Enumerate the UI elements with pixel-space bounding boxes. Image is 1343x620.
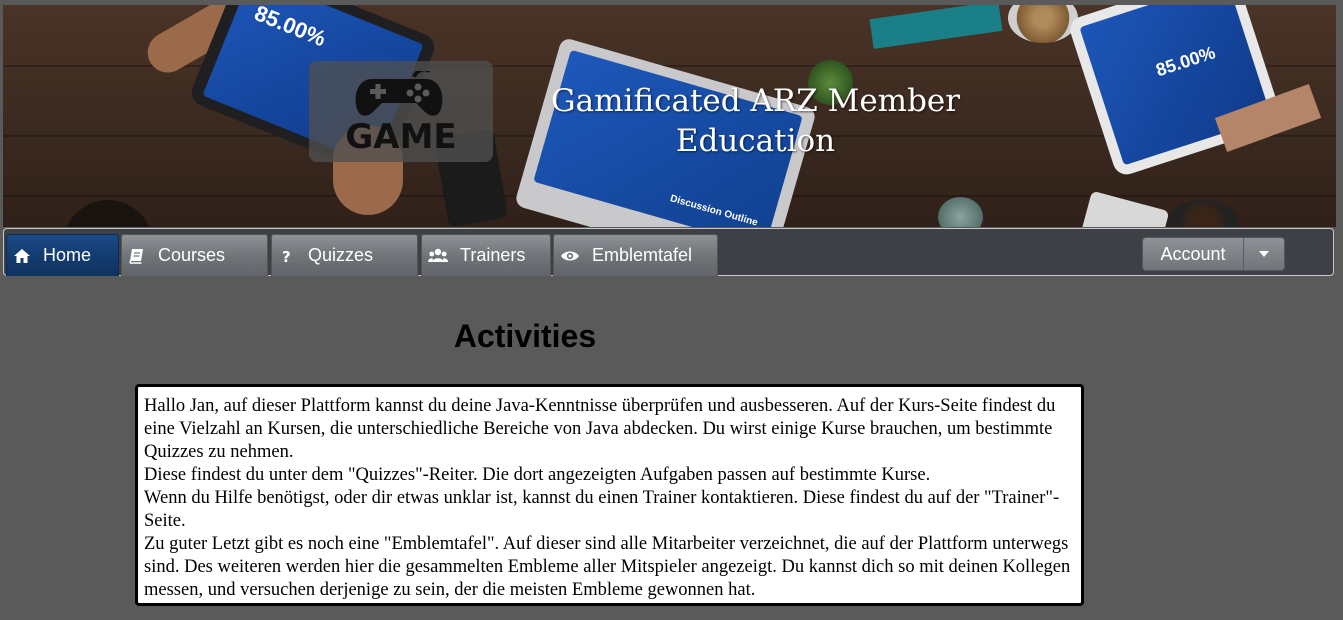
paragraph: Wenn du Hilfe benötigst, oder dir etwas … <box>144 488 1060 531</box>
notebook-image <box>869 5 1003 49</box>
tab-label: Quizzes <box>308 245 374 265</box>
tab-home[interactable]: Home <box>6 234 119 276</box>
coffee-cup-image <box>1168 200 1238 227</box>
paragraph: Zu guter Letzt gibt es noch eine "Emblem… <box>144 534 1071 600</box>
account-toggle[interactable] <box>1244 238 1284 270</box>
main-navbar: Home Courses ? Quizzes Trainers Emblemta… <box>3 228 1334 276</box>
account-dropdown[interactable]: Account <box>1142 237 1285 271</box>
caret-down-icon <box>1259 251 1269 257</box>
question-icon: ? <box>282 248 291 265</box>
tab-label: Trainers <box>460 245 526 265</box>
tablet-image: 85.00% <box>1066 5 1285 179</box>
tab-courses[interactable]: Courses <box>121 234 268 276</box>
site-title: Gamificated ARZ Member Education <box>550 83 961 159</box>
svg-text:?: ? <box>282 248 291 265</box>
users-icon <box>428 248 448 262</box>
tab-label: Emblemtafel <box>592 245 693 265</box>
tab-quizzes[interactable]: ? Quizzes <box>271 234 418 276</box>
logo-text: GAME <box>345 117 457 157</box>
paragraph: Diese findest du unter dem "Quizzes"-Rei… <box>144 465 931 485</box>
eye-icon <box>561 251 579 260</box>
plant-image <box>938 197 983 227</box>
tab-emblemtafel[interactable]: Emblemtafel <box>553 234 718 276</box>
gamepad-icon <box>355 71 443 116</box>
tab-label: Courses <box>158 245 226 265</box>
home-icon <box>14 248 30 263</box>
header-banner: 85.00% Discussion Outline 85.00% GAME Ga… <box>3 5 1336 227</box>
page-title: Activities <box>453 318 597 354</box>
game-logo: GAME <box>309 61 493 162</box>
person-head-image <box>63 200 153 227</box>
tab-label: Home <box>43 245 92 265</box>
coffee-cup-image <box>1008 5 1078 43</box>
tab-trainers[interactable]: Trainers <box>421 234 551 276</box>
book-icon <box>129 248 143 264</box>
account-button[interactable]: Account <box>1143 238 1244 270</box>
welcome-text-box: Hallo Jan, auf dieser Plattform kannst d… <box>135 384 1084 606</box>
paragraph: Hallo Jan, auf dieser Plattform kannst d… <box>144 396 1056 462</box>
